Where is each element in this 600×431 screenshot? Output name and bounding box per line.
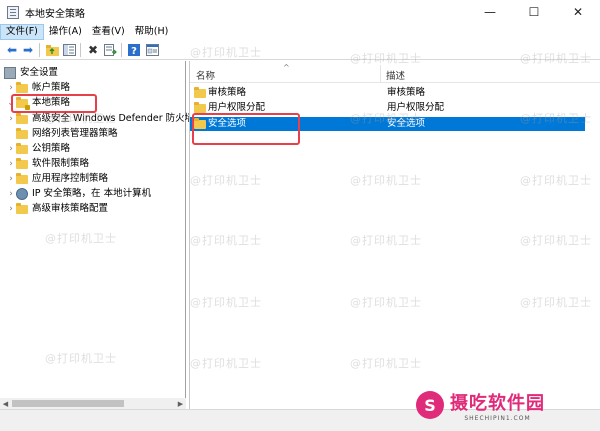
brand-logo-overlay: S 摄吃软件园 SHECHIPIN1.COM (416, 385, 545, 425)
folder-icon (194, 102, 206, 113)
chevron-right-icon[interactable]: › (6, 81, 16, 95)
folder-icon (194, 87, 206, 98)
tree-item-label: 软件限制策略 (32, 158, 90, 169)
up-folder-icon[interactable] (45, 43, 59, 57)
folder-icon (16, 112, 28, 124)
folder-icon (16, 81, 28, 93)
brand-url: SHECHIPIN1.COM (464, 414, 531, 422)
folder-icon (16, 202, 28, 214)
folder-icon (16, 157, 28, 169)
row-name: 审核策略 (208, 87, 247, 98)
back-arrow-icon[interactable]: ⬅ (5, 43, 19, 57)
menu-bar: 文件(F) 操作(A) 查看(V) 帮助(H) (0, 24, 600, 40)
tree-item-network-list-manager[interactable]: 网络列表管理器策略 (16, 127, 118, 141)
tree-root-security-settings[interactable]: 安全设置 (4, 66, 58, 80)
column-header-name[interactable]: 名称 (196, 68, 215, 82)
watermark-text: @打印机卫士 (520, 296, 592, 309)
minimize-button[interactable]: — (468, 0, 512, 24)
svg-text:?: ? (131, 46, 137, 56)
watermark-text: @打印机卫士 (350, 112, 422, 125)
title-bar: 本地安全策略 — ☐ ✕ (0, 0, 600, 24)
watermark-text: @打印机卫士 (350, 174, 422, 187)
local-security-policy-window: 本地安全策略 — ☐ ✕ 文件(F) 操作(A) 查看(V) 帮助(H) ⬅ ➡… (0, 0, 600, 431)
folder-icon (16, 127, 28, 139)
close-button[interactable]: ✕ (556, 0, 600, 24)
folder-icon (16, 172, 28, 184)
ip-security-icon (16, 188, 28, 200)
list-header: ^ 名称 描述 (190, 63, 600, 83)
chevron-right-icon[interactable]: › (6, 202, 16, 216)
show-hide-tree-icon[interactable] (62, 43, 76, 57)
tree-item-software-restriction[interactable]: › 软件限制策略 (6, 157, 89, 171)
scroll-right-icon[interactable]: ▶ (175, 398, 186, 409)
help-icon[interactable]: ? (127, 43, 141, 57)
properties-icon[interactable] (145, 43, 159, 57)
folder-icon (16, 142, 28, 154)
watermark-text: @打印机卫士 (45, 352, 117, 365)
watermark-text: @打印机卫士 (190, 46, 262, 59)
tree-item-label: 高级审核策略配置 (32, 203, 109, 214)
tree-item-ip-security[interactable]: › IP 安全策略，在 本地计算机 (6, 187, 151, 201)
minimize-icon: — (484, 5, 496, 19)
app-icon (7, 6, 19, 19)
tree-item-app-control[interactable]: › 应用程序控制策略 (6, 172, 108, 186)
highlight-box-security-options (192, 113, 300, 145)
tree-item-label: 网络列表管理器策略 (32, 128, 118, 139)
tree-horizontal-scrollbar[interactable]: ◀ ▶ (0, 398, 186, 409)
scrollbar-thumb[interactable] (12, 400, 124, 407)
delete-icon[interactable]: ✖ (86, 43, 100, 57)
brand-name: 摄吃软件园 (450, 392, 545, 414)
chevron-right-icon[interactable]: › (6, 142, 16, 156)
tree-item-account-policy[interactable]: › 帐户策略 (6, 81, 70, 95)
watermark-text: @打印机卫士 (520, 234, 592, 247)
maximize-button[interactable]: ☐ (512, 0, 556, 24)
tree-item-label: IP 安全策略，在 本地计算机 (32, 188, 152, 199)
watermark-text: @打印机卫士 (190, 357, 262, 370)
forward-arrow-icon[interactable]: ➡ (21, 43, 35, 57)
tree-item-label: 帐户策略 (32, 82, 71, 93)
watermark-text: @打印机卫士 (520, 52, 592, 65)
row-description: 审核策略 (387, 87, 426, 98)
tree-item-advanced-audit[interactable]: › 高级审核策略配置 (6, 202, 108, 216)
brand-logo-icon: S (416, 391, 444, 419)
list-row-audit-policy[interactable]: 审核策略 审核策略 (190, 86, 585, 100)
window-title: 本地安全策略 (25, 9, 85, 20)
chevron-right-icon[interactable]: › (6, 172, 16, 186)
watermark-text: @打印机卫士 (520, 174, 592, 187)
watermark-text: @打印机卫士 (190, 174, 262, 187)
watermark-text: @打印机卫士 (520, 112, 592, 125)
tree-item-label: 应用程序控制策略 (32, 173, 109, 184)
tree-root-label: 安全设置 (20, 67, 59, 78)
watermark-text: @打印机卫士 (350, 357, 422, 370)
tree-item-public-key[interactable]: › 公钥策略 (6, 142, 70, 156)
watermark-text: @打印机卫士 (350, 52, 422, 65)
scroll-left-icon[interactable]: ◀ (0, 398, 11, 409)
menu-action[interactable]: 操作(A) (44, 24, 87, 40)
watermark-text: @打印机卫士 (350, 296, 422, 309)
sort-ascending-icon: ^ (283, 63, 290, 72)
watermark-text: @打印机卫士 (45, 232, 117, 245)
maximize-icon: ☐ (528, 5, 540, 19)
chevron-right-icon[interactable]: › (6, 112, 16, 126)
security-settings-icon (4, 67, 16, 79)
menu-help[interactable]: 帮助(H) (130, 24, 174, 40)
watermark-text: @打印机卫士 (350, 234, 422, 247)
column-header-description[interactable]: 描述 (386, 68, 405, 82)
tree-item-label: 公钥策略 (32, 143, 71, 154)
close-icon: ✕ (572, 5, 584, 19)
export-list-icon[interactable] (103, 43, 117, 57)
watermark-text: @打印机卫士 (45, 112, 117, 125)
chevron-right-icon[interactable]: › (6, 187, 16, 201)
watermark-text: @打印机卫士 (190, 234, 262, 247)
chevron-right-icon[interactable]: › (6, 157, 16, 171)
menu-view[interactable]: 查看(V) (87, 24, 130, 40)
menu-file[interactable]: 文件(F) (0, 24, 44, 40)
watermark-text: @打印机卫士 (190, 296, 262, 309)
toolbar: ⬅ ➡ ✖ ? (0, 40, 600, 60)
